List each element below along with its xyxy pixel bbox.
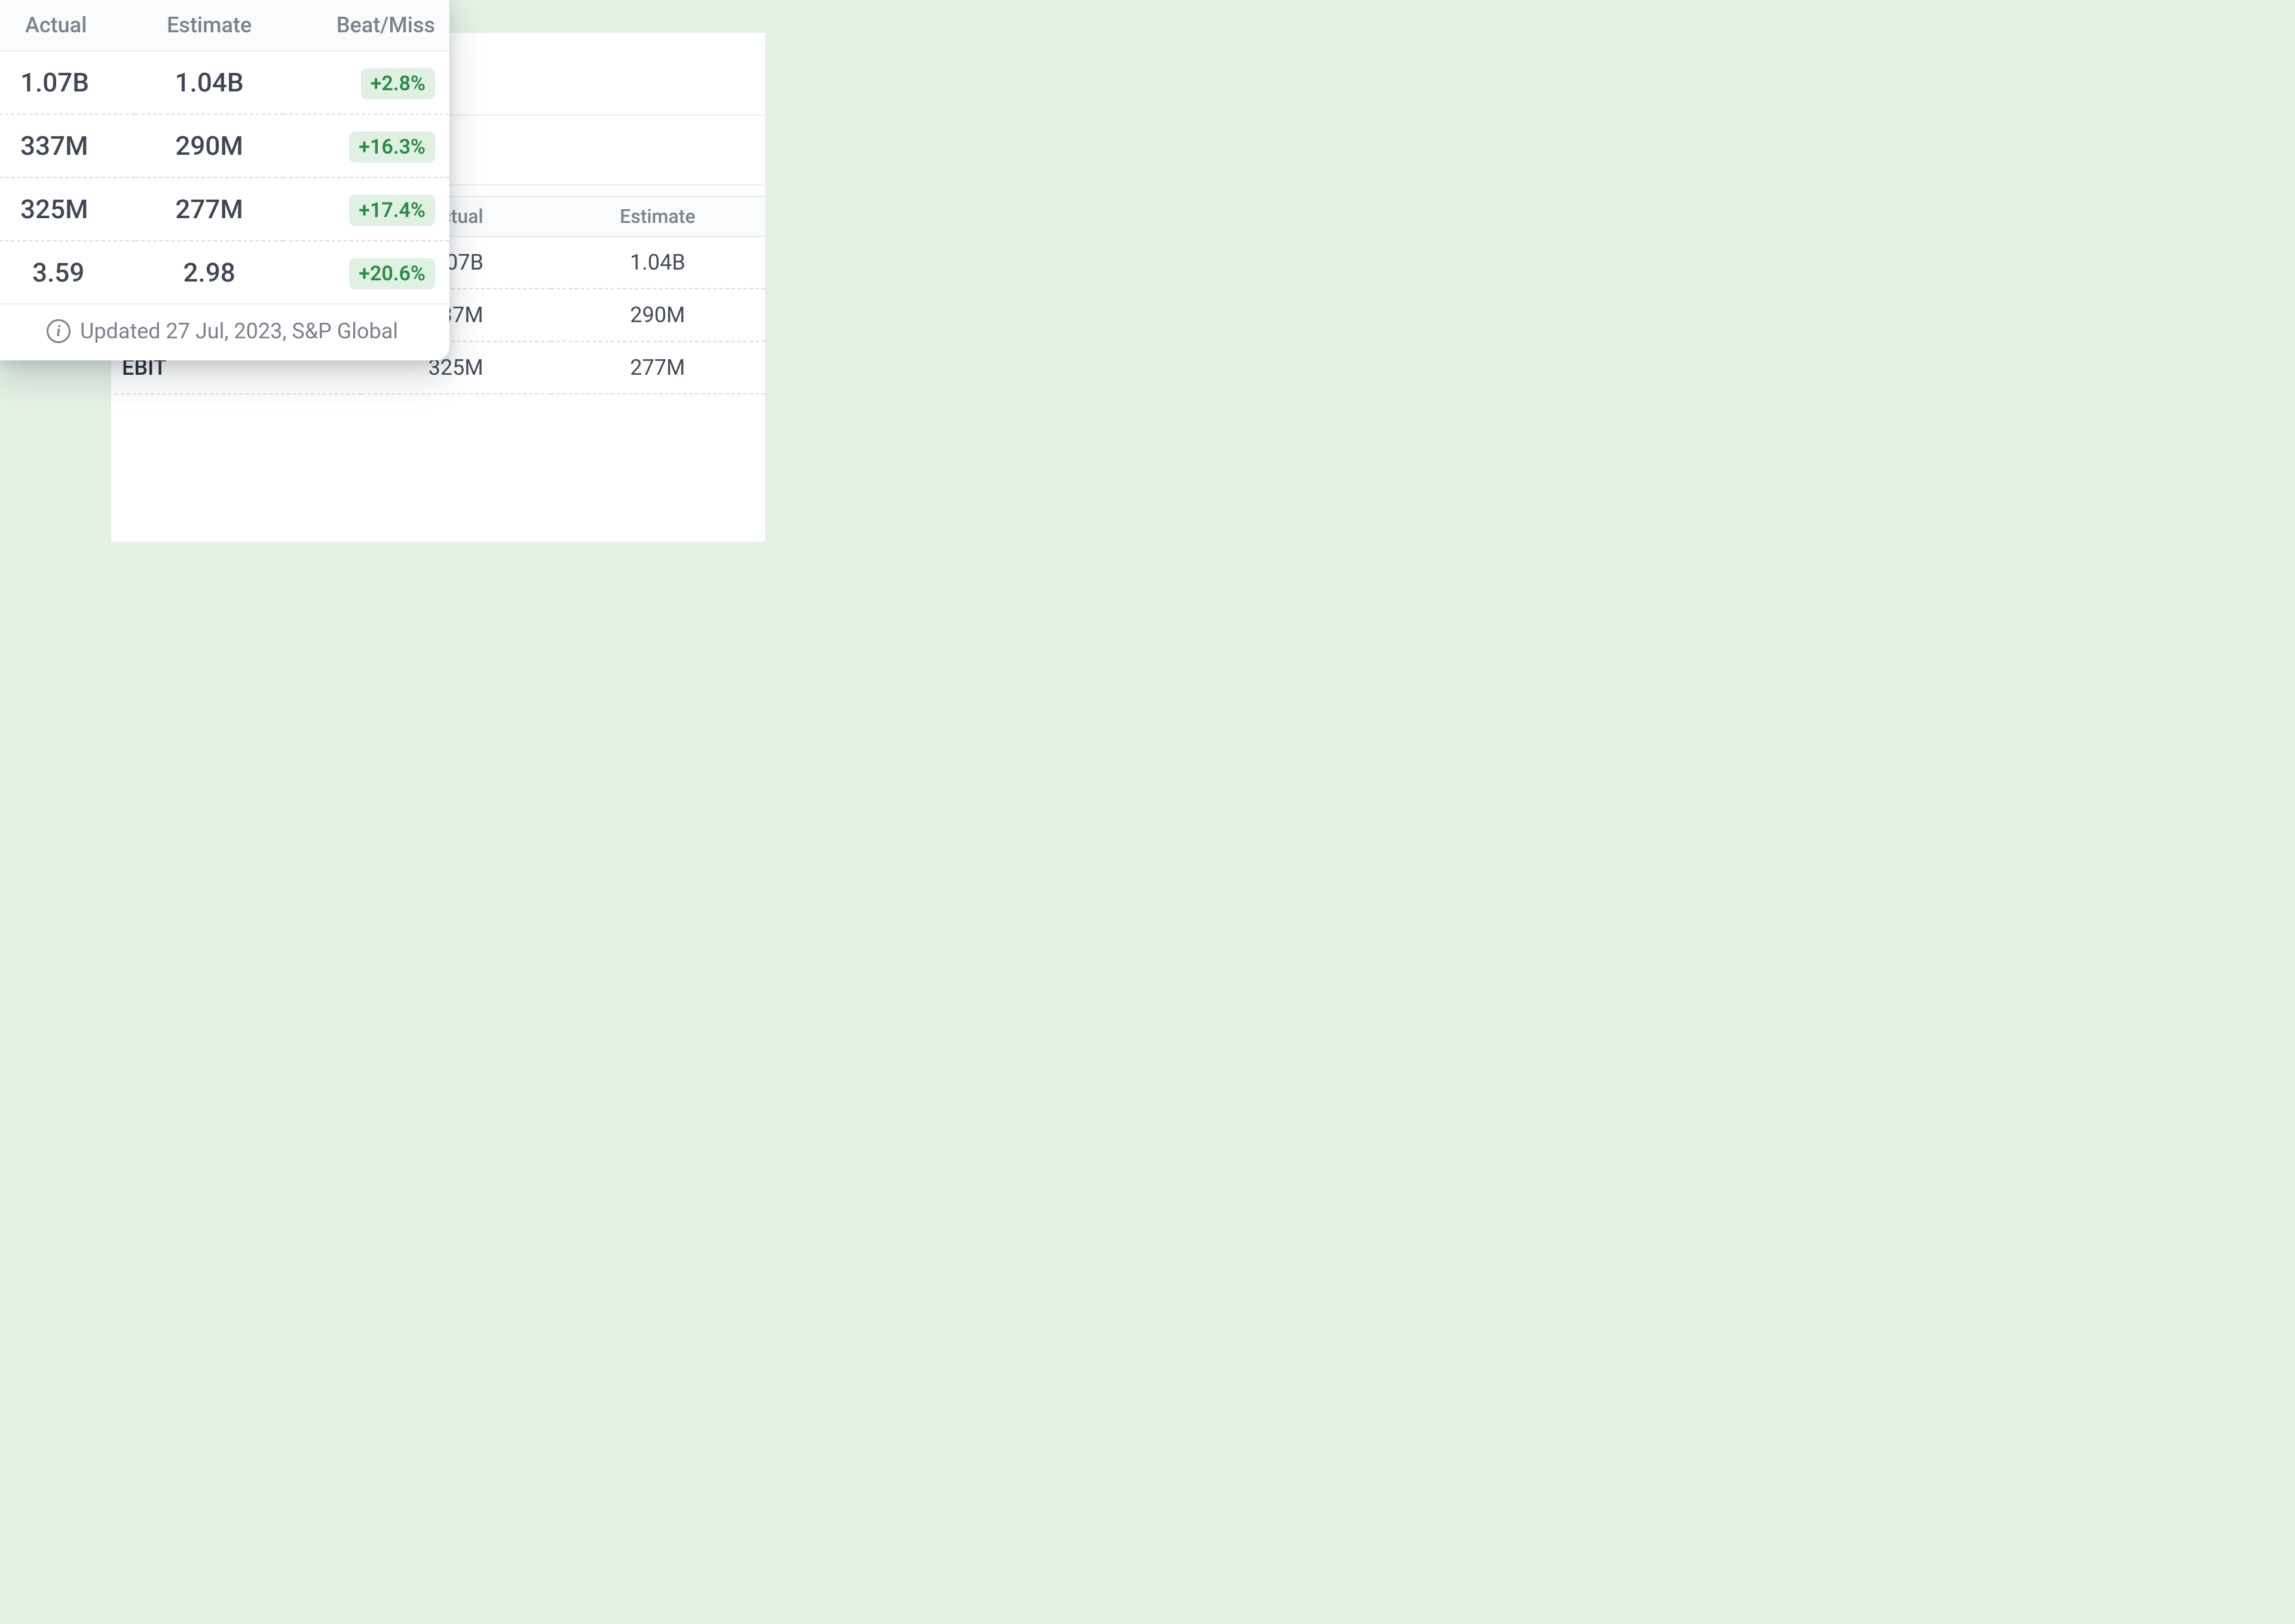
table-row: 337M 290M +16.3% xyxy=(0,114,449,178)
beat-miss-table: Actual Estimate Beat/Miss 1.07B 1.04B +2… xyxy=(0,0,449,304)
updated-text: Updated 27 Jul, 2023, S&P Global xyxy=(80,319,398,344)
table-row: 325M 277M +17.4% xyxy=(0,178,449,241)
col-beat-miss: Beat/Miss xyxy=(283,0,449,51)
beat-miss-badge: +2.8% xyxy=(361,68,435,99)
cell-estimate: 290M xyxy=(135,114,283,178)
col-estimate: Estimate xyxy=(550,196,765,236)
cell-actual: 3.59 xyxy=(0,241,135,304)
beat-miss-badge: +16.3% xyxy=(349,131,435,163)
table-row: 3.59 2.98 +20.6% xyxy=(0,241,449,304)
info-icon[interactable]: i xyxy=(47,319,71,343)
beat-miss-badge: +20.6% xyxy=(349,258,435,289)
col-estimate: Estimate xyxy=(135,0,283,51)
beat-miss-badge: +17.4% xyxy=(349,195,435,226)
metric-estimate: 1.04B xyxy=(550,236,765,289)
cell-estimate: 2.98 xyxy=(135,241,283,304)
card-footer: i Updated 27 Jul, 2023, S&P Global xyxy=(0,304,449,360)
cell-actual: 325M xyxy=(0,178,135,241)
metric-estimate: 277M xyxy=(550,341,765,394)
col-actual: Actual xyxy=(0,0,135,51)
cell-estimate: 1.04B xyxy=(135,51,283,115)
metric-estimate: 290M xyxy=(550,289,765,341)
beat-miss-card: Actual Estimate Beat/Miss 1.07B 1.04B +2… xyxy=(0,0,449,360)
cell-actual: 337M xyxy=(0,114,135,178)
table-row: 1.07B 1.04B +2.8% xyxy=(0,51,449,115)
cell-estimate: 277M xyxy=(135,178,283,241)
cell-actual: 1.07B xyxy=(0,51,135,115)
